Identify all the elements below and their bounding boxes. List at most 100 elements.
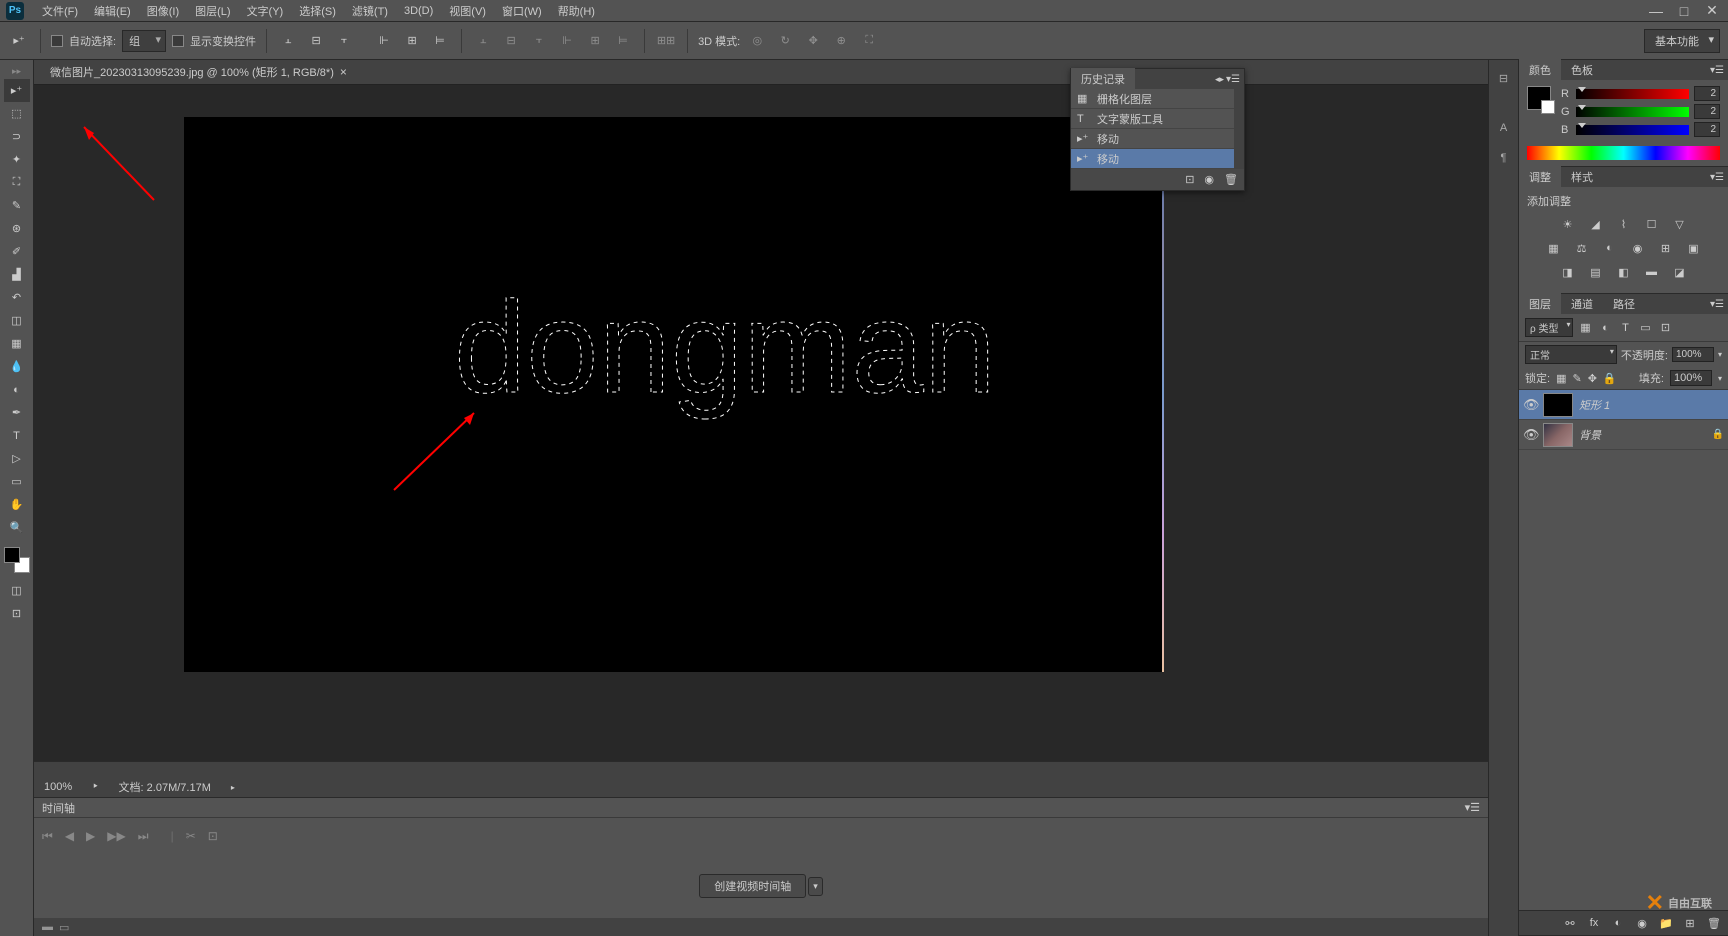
timeline-cut[interactable]: ✂	[186, 829, 196, 843]
pen-tool[interactable]: ✒	[4, 401, 30, 424]
r-slider[interactable]	[1576, 89, 1689, 99]
history-item[interactable]: ▦ 栅格化图层	[1071, 89, 1234, 109]
channel-mixer-icon[interactable]: ⊞	[1657, 239, 1675, 257]
filter-smart-icon[interactable]: ⊡	[1657, 320, 1673, 336]
layer-row[interactable]: 👁 矩形 1	[1519, 390, 1728, 420]
shape-tool[interactable]: ▭	[4, 470, 30, 493]
tab-close-icon[interactable]: ×	[340, 65, 347, 79]
g-slider[interactable]	[1576, 107, 1689, 117]
vibrance-icon[interactable]: ▽	[1671, 215, 1689, 233]
adjustments-tab[interactable]: 调整	[1519, 166, 1561, 188]
menu-file[interactable]: 文件(F)	[34, 0, 86, 22]
align-hcenter[interactable]: ⊞	[401, 30, 423, 52]
3d-scale[interactable]: ⛶	[858, 30, 880, 52]
history-item[interactable]: ▸⁺ 移动	[1071, 149, 1234, 169]
move-tool[interactable]: ▸⁺	[4, 79, 30, 102]
lookup-icon[interactable]: ▣	[1685, 239, 1703, 257]
distribute-left[interactable]: ⊩	[556, 30, 578, 52]
adjustments-menu-icon[interactable]: ▾☰	[1710, 172, 1724, 183]
curves-icon[interactable]: ⌇	[1615, 215, 1633, 233]
maximize-button[interactable]: □	[1674, 3, 1694, 19]
color-fg-swatch[interactable]	[1527, 86, 1551, 110]
horizontal-scrollbar[interactable]	[34, 761, 1488, 777]
create-timeline-dropdown[interactable]: ▾	[808, 877, 823, 896]
history-menu-icon[interactable]: ▾☰	[1226, 74, 1240, 85]
layers-menu-icon[interactable]: ▾☰	[1710, 299, 1724, 310]
exposure-icon[interactable]: ☐	[1643, 215, 1661, 233]
quickmask-tool[interactable]: ◫	[4, 579, 30, 602]
distribute-hcenter[interactable]: ⊞	[584, 30, 606, 52]
distribute-vcenter[interactable]: ⊟	[500, 30, 522, 52]
timeline-last[interactable]: ⏭	[138, 829, 149, 844]
align-vcenter[interactable]: ⊟	[305, 30, 327, 52]
filter-type-icon[interactable]: T	[1617, 320, 1633, 336]
swatches-tab[interactable]: 色板	[1561, 59, 1603, 81]
auto-select-checkbox[interactable]	[51, 35, 63, 47]
zoom-dropdown-icon[interactable]: ⯈	[92, 782, 98, 792]
history-new-doc-icon[interactable]: ⊡	[1185, 173, 1194, 186]
bw-icon[interactable]: ◐	[1601, 239, 1619, 257]
align-right[interactable]: ⊨	[429, 30, 451, 52]
fill-value[interactable]: 100%	[1670, 370, 1712, 386]
delete-layer-icon[interactable]: 🗑	[1706, 915, 1722, 931]
screenmode-tool[interactable]: ⊡	[4, 602, 30, 625]
timeline-zoom-out[interactable]: ▬	[42, 921, 53, 933]
menu-window[interactable]: 窗口(W)	[494, 0, 550, 22]
selective-color-icon[interactable]: ◪	[1671, 263, 1689, 281]
layers-tab[interactable]: 图层	[1519, 293, 1561, 315]
new-layer-icon[interactable]: ⊞	[1682, 915, 1698, 931]
layer-group-icon[interactable]: 📁	[1658, 915, 1674, 931]
menu-image[interactable]: 图像(I)	[139, 0, 187, 22]
zoom-tool[interactable]: 🔍	[4, 516, 30, 539]
zoom-level[interactable]: 100%	[44, 781, 72, 793]
b-value[interactable]: 2	[1694, 122, 1720, 137]
path-select-tool[interactable]: ▷	[4, 447, 30, 470]
b-slider[interactable]	[1576, 125, 1689, 135]
workspace-dropdown[interactable]: 基本功能	[1644, 29, 1720, 53]
menu-view[interactable]: 视图(V)	[441, 0, 494, 22]
menu-select[interactable]: 选择(S)	[291, 0, 344, 22]
layer-visibility-icon[interactable]: 👁	[1523, 397, 1537, 413]
gradient-tool[interactable]: ▦	[4, 332, 30, 355]
gradient-map-icon[interactable]: ▬	[1643, 263, 1661, 281]
balance-icon[interactable]: ⚖	[1573, 239, 1591, 257]
layer-mask-icon[interactable]: ◐	[1610, 915, 1626, 931]
distribute-right[interactable]: ⊨	[612, 30, 634, 52]
adjustment-layer-icon[interactable]: ◉	[1634, 915, 1650, 931]
color-tab[interactable]: 颜色	[1519, 59, 1561, 81]
menu-3d[interactable]: 3D(D)	[396, 2, 441, 20]
photo-filter-icon[interactable]: ◉	[1629, 239, 1647, 257]
opacity-dropdown-icon[interactable]: ▾	[1718, 350, 1722, 359]
lock-pos-icon[interactable]: ✥	[1588, 372, 1597, 385]
create-timeline-button[interactable]: 创建视频时间轴	[699, 874, 806, 898]
paths-tab[interactable]: 路径	[1603, 293, 1645, 315]
stamp-tool[interactable]: ▟	[4, 263, 30, 286]
history-scrollbar[interactable]	[1234, 89, 1244, 169]
docinfo-dropdown-icon[interactable]: ▸	[231, 783, 235, 792]
layer-fx-icon[interactable]: fx	[1586, 915, 1602, 931]
timeline-prev[interactable]: ◀	[65, 829, 74, 843]
timeline-next[interactable]: ▶▶	[107, 829, 125, 843]
marquee-tool[interactable]: ⬚	[4, 102, 30, 125]
timeline-transition[interactable]: ⊡	[208, 829, 218, 843]
minimize-button[interactable]: —	[1646, 3, 1666, 19]
filter-shape-icon[interactable]: ▭	[1637, 320, 1653, 336]
align-left[interactable]: ⊩	[373, 30, 395, 52]
layer-name[interactable]: 矩形 1	[1579, 397, 1724, 413]
lasso-tool[interactable]: ⊃	[4, 125, 30, 148]
close-button[interactable]: ✕	[1702, 3, 1722, 19]
history-snapshot-icon[interactable]: ◉	[1204, 173, 1214, 186]
document-tab[interactable]: 微信图片_20230313095239.jpg @ 100% (矩形 1, RG…	[42, 60, 355, 84]
layer-row[interactable]: 👁 背景 🔒	[1519, 420, 1728, 450]
channels-tab[interactable]: 通道	[1561, 293, 1603, 315]
healing-tool[interactable]: ⊛	[4, 217, 30, 240]
link-layers-icon[interactable]: ⚯	[1562, 915, 1578, 931]
menu-type[interactable]: 文字(Y)	[239, 0, 292, 22]
3d-slide[interactable]: ⊕	[830, 30, 852, 52]
toolbar-collapse[interactable]: ▸▸	[10, 64, 23, 79]
history-item[interactable]: ▸⁺ 移动	[1071, 129, 1234, 149]
paragraph-icon[interactable]: ¶	[1494, 148, 1514, 168]
layer-thumbnail[interactable]	[1543, 393, 1573, 417]
auto-select-dropdown[interactable]: 组	[122, 30, 166, 52]
crop-tool[interactable]: ⛶	[4, 171, 30, 194]
